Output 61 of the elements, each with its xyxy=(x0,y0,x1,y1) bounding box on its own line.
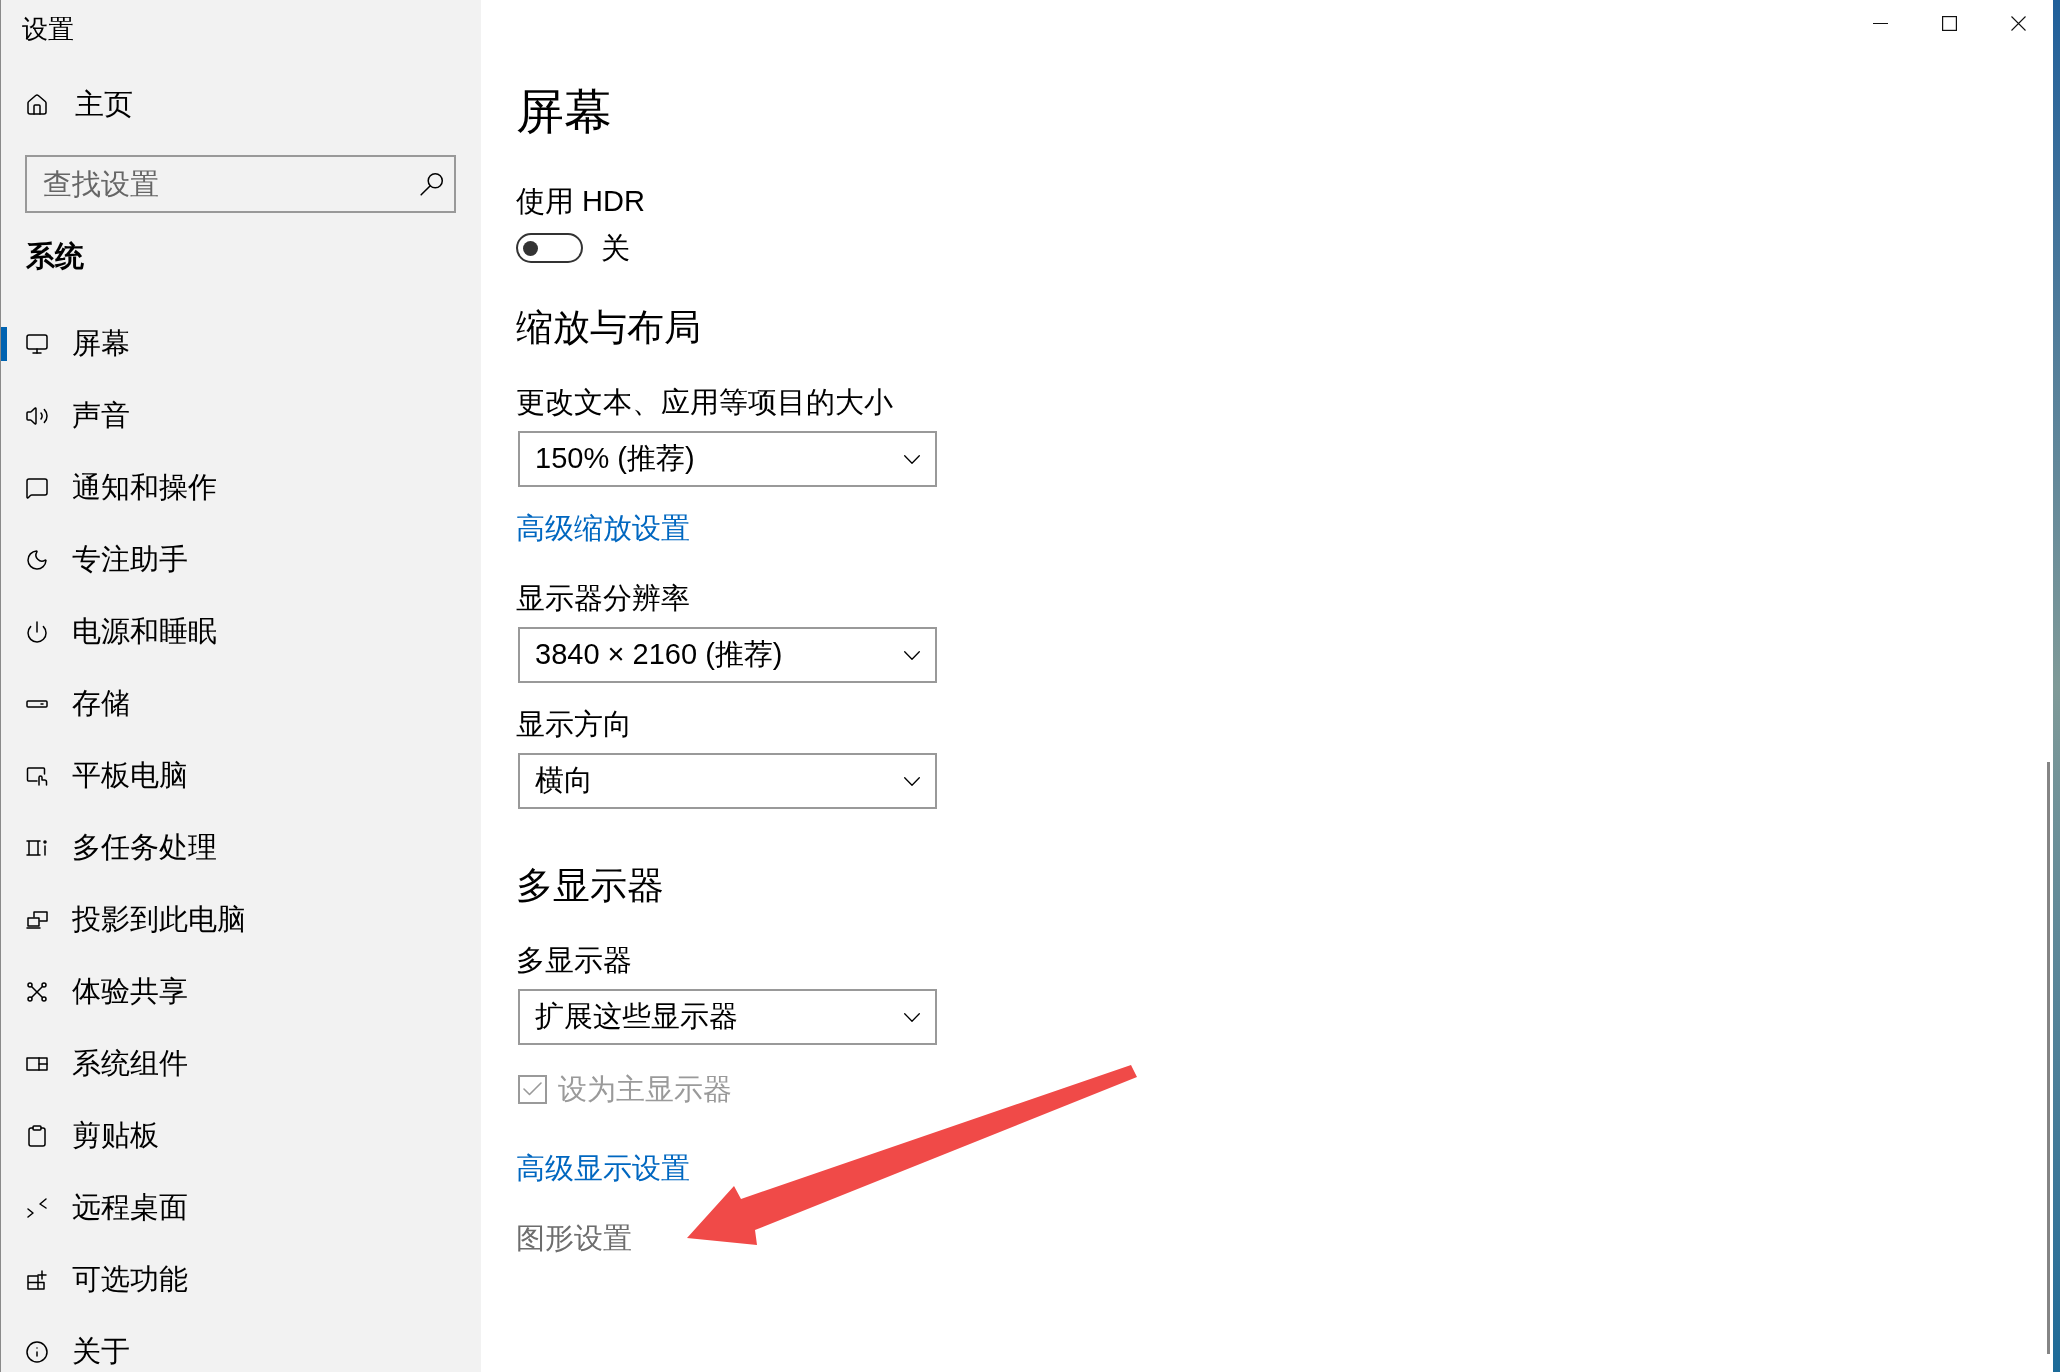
chevron-down-icon xyxy=(904,650,920,660)
search-icon xyxy=(419,171,445,197)
sidebar-item[interactable]: 投影到此电脑 xyxy=(1,900,481,940)
sidebar-item[interactable]: 剪贴板 xyxy=(1,1116,481,1156)
sidebar-item[interactable]: 存储 xyxy=(1,684,481,724)
power-icon xyxy=(25,620,49,644)
dropdown[interactable]: 3840 × 2160 (推荐) xyxy=(518,627,937,683)
setting-label: 使用 HDR xyxy=(516,184,645,219)
moon-icon xyxy=(25,548,49,572)
home-nav-item[interactable]: 主页 xyxy=(1,85,481,125)
sidebar-item[interactable]: 远程桌面 xyxy=(1,1188,481,1228)
grid-plus-icon xyxy=(25,1268,49,1292)
sidebar-item[interactable]: 通知和操作 xyxy=(1,468,481,508)
sidebar-item[interactable]: 声音 xyxy=(1,396,481,436)
window-title: 设置 xyxy=(22,13,74,46)
sidebar-item[interactable]: 平板电脑 xyxy=(1,756,481,796)
overlapping-screens-icon xyxy=(25,908,49,932)
chevron-down-icon xyxy=(904,454,920,464)
connected-nodes-icon xyxy=(25,980,49,1004)
maximize-icon xyxy=(1942,15,1957,31)
chevron-down-icon xyxy=(904,776,920,786)
scrollbar-thumb[interactable] xyxy=(2047,762,2050,1354)
dropdown[interactable]: 扩展这些显示器 xyxy=(518,989,937,1045)
sidebar-item[interactable]: 电源和睡眠 xyxy=(1,612,481,652)
text-link[interactable]: 高级显示设置 xyxy=(516,1148,690,1188)
sidebar-item[interactable]: 可选功能 xyxy=(1,1260,481,1300)
toggle-state-label: 关 xyxy=(601,231,630,266)
sidebar-item[interactable]: 专注助手 xyxy=(1,540,481,580)
sidebar-item[interactable]: 体验共享 xyxy=(1,972,481,1012)
sidebar-item[interactable]: 屏幕 xyxy=(1,324,481,364)
dropdown[interactable]: 横向 xyxy=(518,753,937,809)
clipboard-icon xyxy=(25,1124,49,1148)
checkmark-icon xyxy=(523,1082,542,1096)
sidebar-item[interactable]: 多任务处理 xyxy=(1,828,481,868)
setting-label: 显示器分辨率 xyxy=(516,581,690,616)
speaker-icon xyxy=(25,404,49,428)
toggle-knob xyxy=(523,240,538,256)
section-heading: 缩放与布局 xyxy=(516,306,701,350)
search-field[interactable]: 查找设置 xyxy=(25,155,456,213)
toggle-switch[interactable] xyxy=(516,233,583,263)
dropdown[interactable]: 150% (推荐) xyxy=(518,431,937,487)
chevrons-icon xyxy=(25,1196,49,1220)
text-link[interactable]: 图形设置 xyxy=(516,1218,632,1258)
tablet-touch-icon xyxy=(25,764,49,788)
page-title: 屏幕 xyxy=(516,84,612,140)
close-icon xyxy=(2011,15,2026,31)
monitor-icon xyxy=(25,332,49,356)
section-title: 系统 xyxy=(26,239,84,274)
sidebar-item[interactable]: 系统组件 xyxy=(1,1044,481,1084)
speech-bubble-icon xyxy=(25,476,49,500)
setting-label: 更改文本、应用等项目的大小 xyxy=(516,385,893,420)
text-link[interactable]: 高级缩放设置 xyxy=(516,508,690,548)
section-heading: 多显示器 xyxy=(516,864,664,908)
minimize-icon xyxy=(1873,22,1888,24)
chevron-down-icon xyxy=(904,1012,920,1022)
setting-label: 显示方向 xyxy=(516,707,632,742)
sidebar-item[interactable]: 关于 xyxy=(1,1332,481,1372)
checkbox-label: 设为主显示器 xyxy=(558,1072,732,1107)
home-icon xyxy=(25,93,49,117)
setting-label: 多显示器 xyxy=(516,943,632,978)
info-icon xyxy=(25,1340,49,1364)
